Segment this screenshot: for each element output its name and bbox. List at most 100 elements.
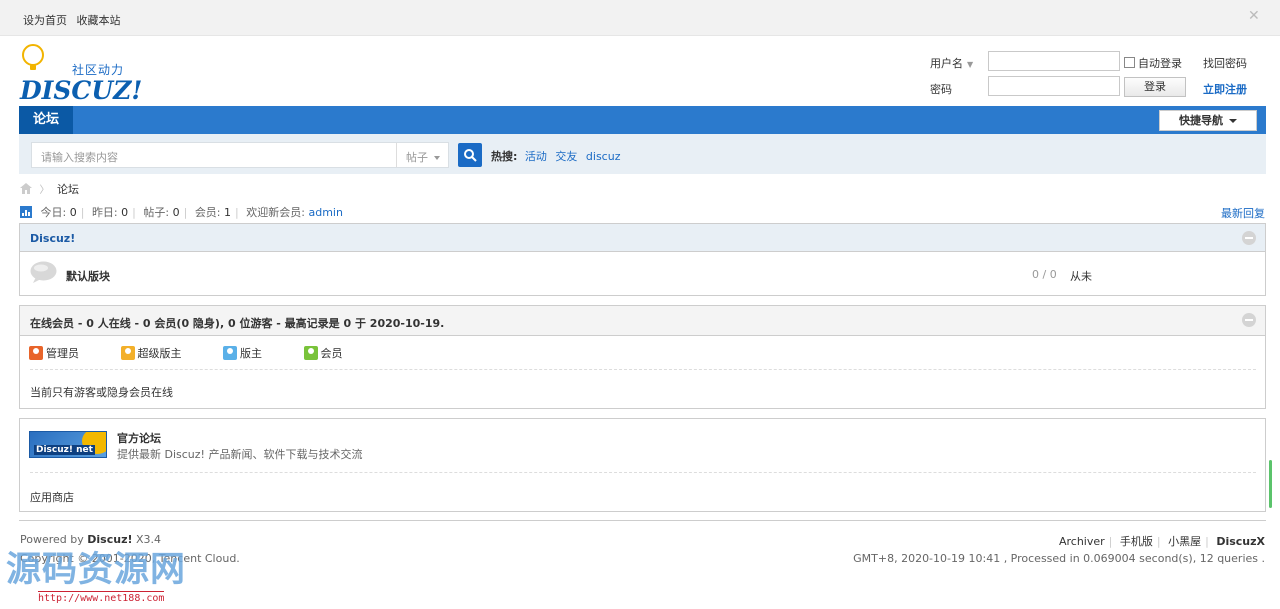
official-forum-link[interactable]: 官方论坛: [117, 430, 161, 446]
stat-members-label: 会员:: [194, 206, 221, 219]
auto-login-checkbox[interactable]: 自动登录: [1124, 55, 1182, 71]
newest-member-link[interactable]: admin: [308, 206, 342, 219]
footer-divider: [19, 520, 1266, 521]
divider: [30, 369, 1256, 370]
discuz-net-banner[interactable]: Discuz! net: [29, 431, 107, 458]
search-input[interactable]: 请输入搜索内容: [41, 149, 118, 165]
password-input[interactable]: [988, 76, 1120, 96]
home-icon[interactable]: [20, 183, 32, 194]
stat-yesterday-label: 昨日:: [91, 206, 118, 219]
quick-nav-label: 快捷导航: [1179, 114, 1223, 127]
member-user-icon: [303, 346, 318, 360]
chevron-down-icon: [1229, 119, 1237, 123]
member-legend: 管理员 超级版主 版主 会员: [29, 345, 381, 361]
welcome-label: 欢迎新会员:: [246, 206, 305, 219]
forum-group: Discuz! 默认版块 0 / 0 从未: [19, 223, 1266, 296]
register-link[interactable]: 立即注册: [1203, 81, 1247, 97]
collapse-icon[interactable]: [1242, 231, 1256, 245]
divider: [30, 472, 1256, 473]
forum-last-post: 从未: [1070, 270, 1092, 283]
online-title[interactable]: 在线会员 - 0 人在线 - 0 会员(0 隐身), 0 位游客 - 最高记录是…: [30, 315, 444, 331]
bookmark-link[interactable]: 收藏本站: [77, 14, 121, 27]
breadcrumb-current[interactable]: 论坛: [57, 183, 79, 196]
main-nav: 论坛 快捷导航: [19, 106, 1266, 134]
quick-nav-button[interactable]: 快捷导航: [1159, 110, 1257, 131]
stat-today: 0: [69, 206, 77, 219]
hot-keyword[interactable]: discuz: [586, 150, 621, 163]
banner-text: Discuz! net: [34, 445, 95, 455]
legend-label: 超级版主: [137, 347, 182, 360]
chevron-down-icon: ▼: [967, 60, 974, 69]
username-label-dropdown[interactable]: 用户名 ▼: [930, 55, 973, 71]
archiver-link[interactable]: Archiver: [1059, 535, 1105, 548]
search-divider: [396, 143, 397, 167]
login-button[interactable]: 登录: [1124, 77, 1186, 97]
stat-today-label: 今日:: [40, 206, 67, 219]
auto-login-label: 自动登录: [1138, 57, 1182, 70]
legend-admin: 管理员: [29, 345, 98, 361]
legend-label: 管理员: [46, 347, 79, 360]
forum-stats: 今日: 0 | 昨日: 0 | 帖子: 0 | 会员: 1 | 欢迎新会员: admin: [20, 204, 343, 220]
discuzx-link[interactable]: DiscuzX: [1216, 535, 1265, 548]
hot-label: 热搜:: [491, 150, 518, 163]
official-forum-description: 提供最新 Discuz! 产品新闻、软件下载与技术交流: [117, 448, 363, 461]
logo[interactable]: 社区动力 DISCUZ!: [20, 42, 142, 105]
scroll-indicator[interactable]: [1269, 460, 1272, 508]
tab-forum[interactable]: 论坛: [19, 106, 73, 134]
legend-label: 版主: [240, 347, 262, 360]
set-home-link[interactable]: 设为首页: [23, 14, 67, 27]
stat-yesterday: 0: [121, 206, 129, 219]
list-item: 默认版块 0 / 0 从未: [20, 252, 1265, 296]
hot-keyword[interactable]: 交友: [555, 150, 577, 163]
forum-counts: 0 / 0: [1032, 268, 1057, 281]
forum-group-header: Discuz!: [20, 224, 1265, 252]
friend-links: Discuz! net 官方论坛 提供最新 Discuz! 产品新闻、软件下载与…: [19, 418, 1266, 512]
hot-searches: 热搜: 活动 交友 discuz: [491, 148, 625, 164]
find-password-link[interactable]: 找回密码: [1203, 55, 1247, 71]
hot-keyword[interactable]: 活动: [525, 150, 547, 163]
login-form: 用户名 ▼ 自动登录 找回密码 密码 登录 立即注册: [924, 50, 1264, 100]
latest-reply-link[interactable]: 最新回复: [1221, 205, 1265, 221]
checkbox-icon[interactable]: [1124, 57, 1135, 68]
super-moderator-user-icon: [120, 346, 135, 360]
legend-moderator: 版主: [223, 345, 281, 361]
online-note: 当前只有游客或隐身会员在线: [30, 386, 173, 399]
app-store-link[interactable]: 应用商店: [30, 489, 74, 505]
stat-posts-label: 帖子:: [143, 206, 170, 219]
forum-name-link[interactable]: 默认版块: [66, 268, 110, 284]
breadcrumb: 〉 论坛: [20, 181, 79, 197]
online-header: 在线会员 - 0 人在线 - 0 会员(0 隐身), 0 位游客 - 最高记录是…: [20, 306, 1265, 336]
search-box: 请输入搜索内容 帖子: [31, 142, 449, 168]
username-label: 用户名: [930, 57, 963, 70]
chevron-down-icon: [434, 156, 440, 160]
stat-posts: 0: [172, 206, 180, 219]
close-icon[interactable]: ✕: [1248, 9, 1262, 23]
header: 社区动力 DISCUZ! 用户名 ▼ 自动登录 找回密码 密码 登录 立即注册: [0, 36, 1280, 106]
watermark-text: 源码资源网: [6, 550, 187, 590]
admin-user-icon: [29, 346, 43, 360]
collapse-icon[interactable]: [1242, 313, 1256, 327]
moderator-user-icon: [223, 346, 237, 360]
forum-group-title[interactable]: Discuz!: [30, 232, 75, 245]
search-type-label: 帖子: [406, 151, 428, 164]
username-input[interactable]: [988, 51, 1120, 71]
legend-super-moderator: 超级版主: [120, 345, 201, 361]
online-members: 在线会员 - 0 人在线 - 0 会员(0 隐身), 0 位游客 - 最高记录是…: [19, 305, 1266, 409]
top-bar: 设为首页 收藏本站 ✕: [0, 0, 1280, 36]
speech-bubble-icon: [30, 261, 57, 283]
search-type-select[interactable]: 帖子: [406, 149, 440, 165]
blacklist-link[interactable]: 小黑屋: [1168, 535, 1201, 548]
watermark-url: http://www.net188.com: [38, 591, 165, 604]
footer-links: Archiver | 手机版 | 小黑屋 | DiscuzX: [1058, 535, 1265, 548]
chart-icon: [20, 206, 32, 218]
search-bar: 请输入搜索内容 帖子 热搜: 活动 交友 discuz: [19, 134, 1266, 174]
legend-label: 会员: [320, 347, 343, 360]
top-links: 设为首页 收藏本站: [23, 12, 127, 28]
processing-info: GMT+8, 2020-10-19 10:41 , Processed in 0…: [853, 552, 1265, 565]
stat-members: 1: [224, 206, 232, 219]
mobile-link[interactable]: 手机版: [1120, 535, 1153, 548]
lightbulb-icon: [22, 44, 44, 70]
legend-member: 会员: [303, 345, 362, 361]
search-button[interactable]: [458, 143, 482, 167]
breadcrumb-separator: 〉: [39, 185, 50, 196]
